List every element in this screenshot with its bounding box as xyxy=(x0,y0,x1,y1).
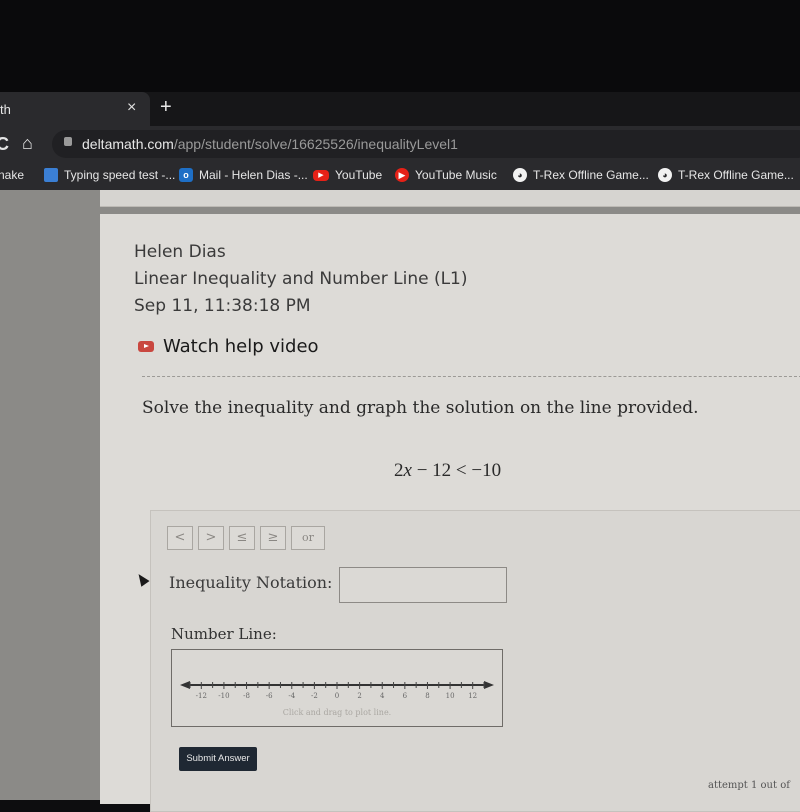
youtube-music-icon: ▶ xyxy=(395,168,409,182)
number-line-canvas[interactable]: -12 -10 -8 -6 -4 -2 0 2 4 6 8 10 12 Click and drag t… xyxy=(171,649,503,727)
typing-icon xyxy=(44,168,58,182)
left-arrow-icon xyxy=(180,681,190,689)
mouse-cursor-icon xyxy=(134,571,150,587)
number-line-tick-label: -2 xyxy=(311,692,318,700)
problem-prompt: Solve the inequality and graph the solut… xyxy=(142,398,699,418)
inequality-notation-input[interactable] xyxy=(339,567,507,603)
lock-icon xyxy=(64,137,72,146)
eq-variable: x xyxy=(403,460,412,481)
number-line-tick-label: 0 xyxy=(335,692,339,700)
eq-rest: − 12 < −10 xyxy=(411,460,502,481)
page-top-bar xyxy=(100,190,800,207)
bookmark-label: Mail - Helen Dias -... xyxy=(199,168,308,182)
less-equal-button[interactable]: ≤ xyxy=(229,526,255,550)
youtube-icon xyxy=(138,341,154,352)
globe-icon: ◕ xyxy=(658,168,672,182)
bookmark-label: YouTube xyxy=(335,168,383,182)
number-line-hint: Click and drag to plot line. xyxy=(282,708,392,717)
browser-toolbar: C ⌂ deltamath.com/app/student/solve/1662… xyxy=(0,126,800,162)
bookmark-label: T-Rex Offline Game... xyxy=(533,168,649,182)
answer-panel: < > ≤ ≥ or Inequality Notation: Number L… xyxy=(134,510,800,812)
number-line-tick-label: -6 xyxy=(266,692,273,700)
greater-equal-button[interactable]: ≥ xyxy=(260,526,286,550)
outlook-icon: o xyxy=(179,168,193,182)
problem-card: Helen Dias Linear Inequality and Number … xyxy=(100,214,800,812)
number-line-tick-label: 6 xyxy=(403,692,408,700)
bookmark-mail[interactable]: o Mail - Helen Dias -... xyxy=(179,168,308,182)
bookmark-snake[interactable]: nake xyxy=(0,168,24,182)
bookmark-label: Typing speed test -... xyxy=(64,168,176,182)
url-text: deltamath.com/app/student/solve/16625526… xyxy=(82,136,458,152)
number-line-tick-label: 12 xyxy=(468,692,477,700)
or-button[interactable]: or xyxy=(291,526,325,550)
home-icon[interactable]: ⌂ xyxy=(22,133,33,154)
tab-strip: th × + xyxy=(0,92,800,126)
number-line-tick-label: -12 xyxy=(196,692,207,700)
reload-icon[interactable]: C xyxy=(0,134,9,155)
submit-answer-button[interactable]: Submit Answer xyxy=(179,747,257,771)
number-line-tick-label: -10 xyxy=(218,692,229,700)
number-line-tick-label: 4 xyxy=(380,692,385,700)
eq-coefficient: 2 xyxy=(394,460,404,481)
bookmark-label: nake xyxy=(0,168,25,182)
bookmark-trex-2[interactable]: ◕ T-Rex Offline Game... xyxy=(658,168,794,182)
greater-than-button[interactable]: > xyxy=(198,526,224,550)
page-content: Helen Dias Linear Inequality and Number … xyxy=(0,190,800,812)
browser-tab[interactable]: th × xyxy=(0,92,150,126)
watch-help-video-link[interactable]: Watch help video xyxy=(138,336,319,357)
number-line-tick-label: 8 xyxy=(425,692,429,700)
number-line-tick-label: -4 xyxy=(288,692,295,700)
number-line-label: Number Line: xyxy=(171,625,277,643)
symbol-buttons: < > ≤ ≥ or xyxy=(167,526,325,550)
timestamp: Sep 11, 11:38:18 PM xyxy=(134,296,311,316)
close-tab-icon[interactable]: × xyxy=(127,99,136,117)
bookmark-typing-test[interactable]: Typing speed test -... xyxy=(44,168,175,182)
youtube-icon: ▶ xyxy=(313,169,329,181)
attempt-counter: attempt 1 out of xyxy=(708,780,790,791)
bookmark-trex-1[interactable]: ◕ T-Rex Offline Game... xyxy=(513,168,649,182)
bookmark-label: YouTube Music xyxy=(415,168,497,182)
bookmark-label: T-Rex Offline Game... xyxy=(678,168,794,182)
divider xyxy=(142,376,800,377)
url-path: /app/student/solve/16625526/inequalityLe… xyxy=(173,136,458,152)
bookmark-youtube-music[interactable]: ▶ YouTube Music xyxy=(395,168,497,182)
url-host: deltamath.com xyxy=(82,136,174,152)
assignment-title: Linear Inequality and Number Line (L1) xyxy=(134,269,468,289)
bookmark-youtube[interactable]: ▶ YouTube xyxy=(313,168,382,182)
address-bar[interactable]: deltamath.com/app/student/solve/16625526… xyxy=(52,130,800,158)
new-tab-icon[interactable]: + xyxy=(160,96,172,119)
tab-title: th xyxy=(0,102,11,117)
right-arrow-icon xyxy=(484,681,494,689)
inequality-equation: 2x − 12 < −10 xyxy=(394,460,501,482)
number-line-tick-label: -8 xyxy=(243,692,250,700)
globe-icon: ◕ xyxy=(513,168,527,182)
number-line-tick-label: 10 xyxy=(446,692,455,700)
screen-bezel xyxy=(0,0,800,92)
student-name: Helen Dias xyxy=(134,242,226,262)
less-than-button[interactable]: < xyxy=(167,526,193,550)
bookmarks-bar: nake Typing speed test -... o Mail - Hel… xyxy=(0,162,800,190)
help-link-label: Watch help video xyxy=(163,336,319,357)
number-line-tick-label: 2 xyxy=(357,692,361,700)
inequality-notation-label: Inequality Notation: xyxy=(169,573,333,592)
